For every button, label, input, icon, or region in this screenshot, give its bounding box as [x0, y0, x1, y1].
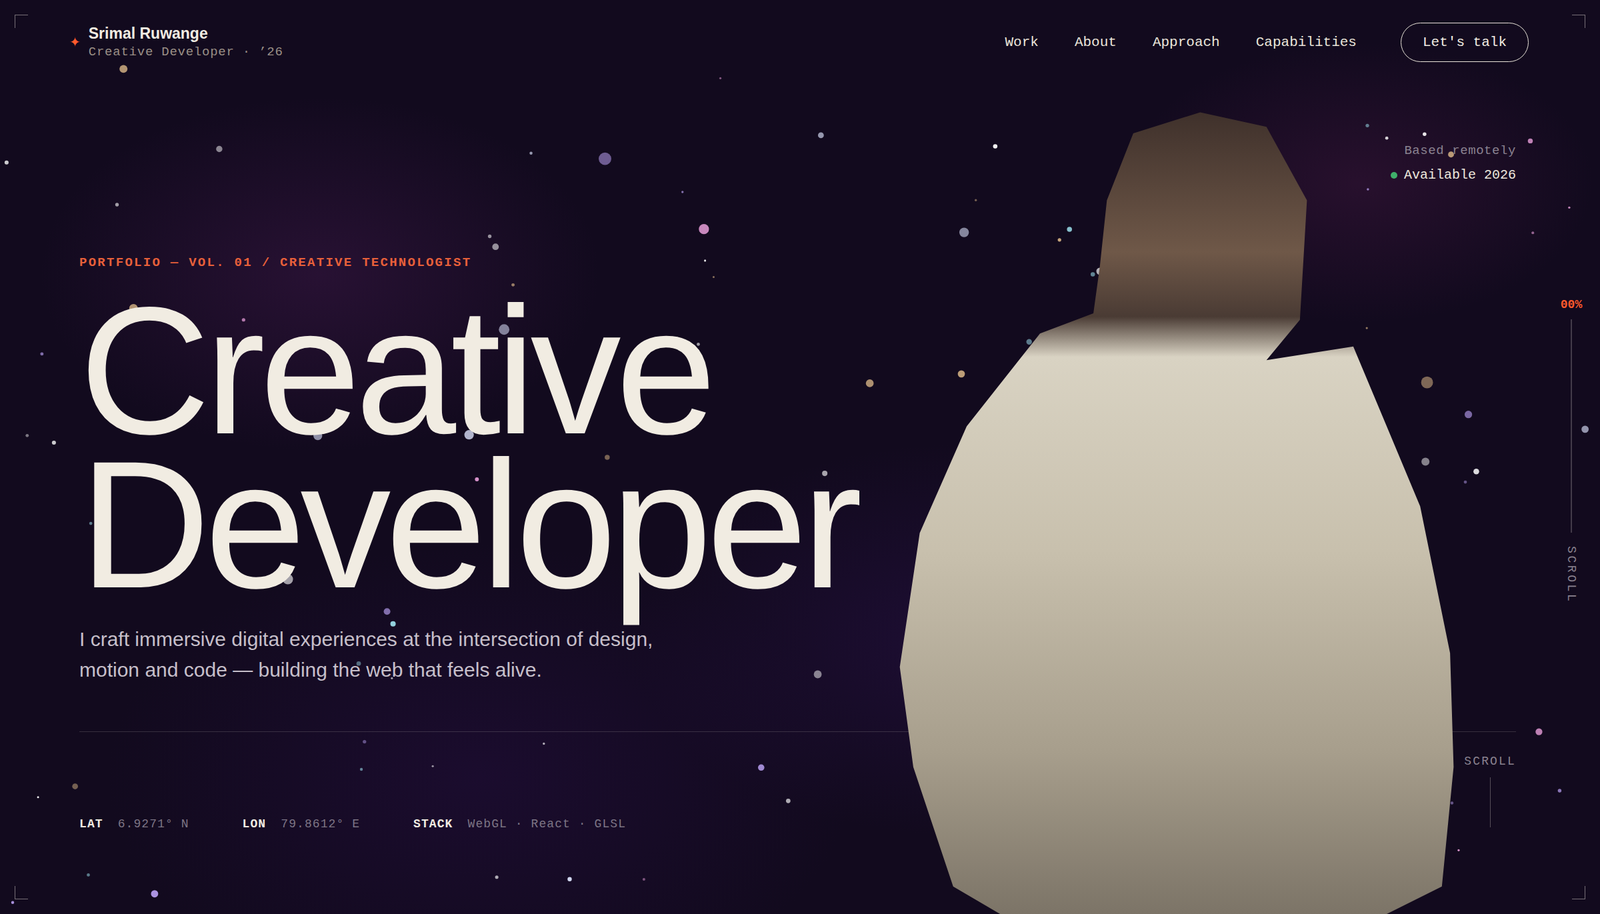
availability-dot — [1390, 172, 1398, 179]
contact-button[interactable]: Let's talk — [1400, 22, 1529, 62]
nav-link[interactable]: Capabilities — [1256, 34, 1357, 50]
main-nav: Work About Approach Capabilities Let's talk — [1004, 22, 1529, 62]
brand-tagline: Creative Developer · ’26 — [88, 44, 284, 60]
meta-value: WebGL · React · GLSL — [468, 817, 627, 831]
brand-name: Srimal Ruwange — [88, 24, 284, 44]
meta-row: LAT 6.9271° N LON 79.8612° E STACK WebGL · Re… — [79, 732, 626, 831]
brand[interactable]: ✦ Srimal RuwangeCreative Developer · ’26 — [69, 24, 284, 60]
location-label: Based remotely — [1404, 143, 1516, 158]
nav-link[interactable]: Approach — [1152, 34, 1220, 50]
star-icon: ✦ — [69, 35, 81, 49]
progress-reading: 00% — [1560, 298, 1582, 312]
meta-label: STACK — [413, 817, 453, 831]
status: Based remotely Available 2026 — [1390, 143, 1516, 183]
nav-link[interactable]: About — [1074, 34, 1117, 50]
corner-mark — [1572, 886, 1586, 900]
corner-mark — [14, 14, 28, 28]
meta-item: LAT 6.9271° N — [79, 817, 190, 831]
scroll-hint-line — [1490, 777, 1491, 828]
scroll-hint-label: SCROLL — [1464, 754, 1516, 768]
meta-label: LAT — [79, 817, 104, 831]
meta-label: LON — [242, 817, 267, 831]
corner-mark — [1572, 14, 1586, 28]
astronaut-photo — [893, 106, 1480, 914]
progress-label: SCROLL — [1564, 546, 1578, 604]
scroll-hint[interactable]: SCROLL — [1464, 754, 1516, 828]
meta-value: 6.9271° N — [118, 817, 190, 831]
meta-value: 79.8612° E — [280, 817, 360, 831]
brand-text: Srimal RuwangeCreative Developer · ’26 — [88, 24, 284, 60]
meta-item: LON 79.8612° E — [242, 817, 360, 831]
availability-label: Available 2026 — [1404, 167, 1516, 183]
intro: I craft immersive digital experiences at… — [79, 624, 680, 686]
progress-track — [1570, 319, 1572, 533]
meta-item: STACK WebGL · React · GLSL — [413, 817, 626, 831]
nav-link[interactable]: Work — [1004, 34, 1038, 50]
site-header: ✦ Srimal RuwangeCreative Developer · ’26 W… — [0, 0, 1600, 62]
availability: Available 2026 — [1390, 167, 1516, 183]
scroll-progress: 00% SCROLL — [1542, 62, 1600, 914]
hero-page: ✦ Srimal RuwangeCreative Developer · ’26 W… — [0, 0, 1600, 914]
corner-mark — [14, 886, 28, 900]
